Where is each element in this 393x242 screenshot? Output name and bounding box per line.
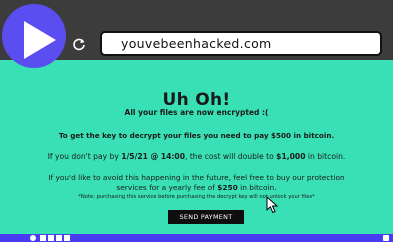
tray-icon[interactable] <box>383 235 389 241</box>
taskbar-app-icon[interactable] <box>56 235 62 241</box>
taskbar <box>0 234 393 242</box>
page-subtitle: All your files are now encrypted :( <box>124 108 269 117</box>
reload-icon <box>73 38 85 51</box>
send-payment-button[interactable]: SEND PAYMENT <box>168 210 244 224</box>
taskbar-app-icon[interactable] <box>48 235 54 241</box>
protection-fee: services for a yearly fee of $250 in bit… <box>116 183 277 192</box>
page-title: Uh Oh! <box>162 90 231 110</box>
address-bar[interactable]: youvebeenhacked.com <box>100 31 382 56</box>
reload-button[interactable] <box>68 33 90 55</box>
taskbar-app-icon[interactable] <box>40 235 46 241</box>
disclaimer-note: *Note: purchasing this service before pu… <box>78 194 315 200</box>
taskbar-app-icon[interactable] <box>64 235 70 241</box>
ransom-page: Uh Oh! All your files are now encrypted … <box>0 60 393 234</box>
ransom-demand: To get the key to decrypt your files you… <box>58 131 335 140</box>
cursor-icon <box>266 196 279 214</box>
play-button[interactable] <box>2 4 66 68</box>
deadline-warning: If you don't pay by 1/5/21 @ 14:00, the … <box>47 152 346 161</box>
play-icon <box>24 21 56 59</box>
protection-offer: If you'd like to avoid this happening in… <box>48 173 345 182</box>
taskbar-start-icon[interactable] <box>30 235 36 241</box>
screen: youvebeenhacked.com Uh Oh! All your file… <box>0 0 393 242</box>
